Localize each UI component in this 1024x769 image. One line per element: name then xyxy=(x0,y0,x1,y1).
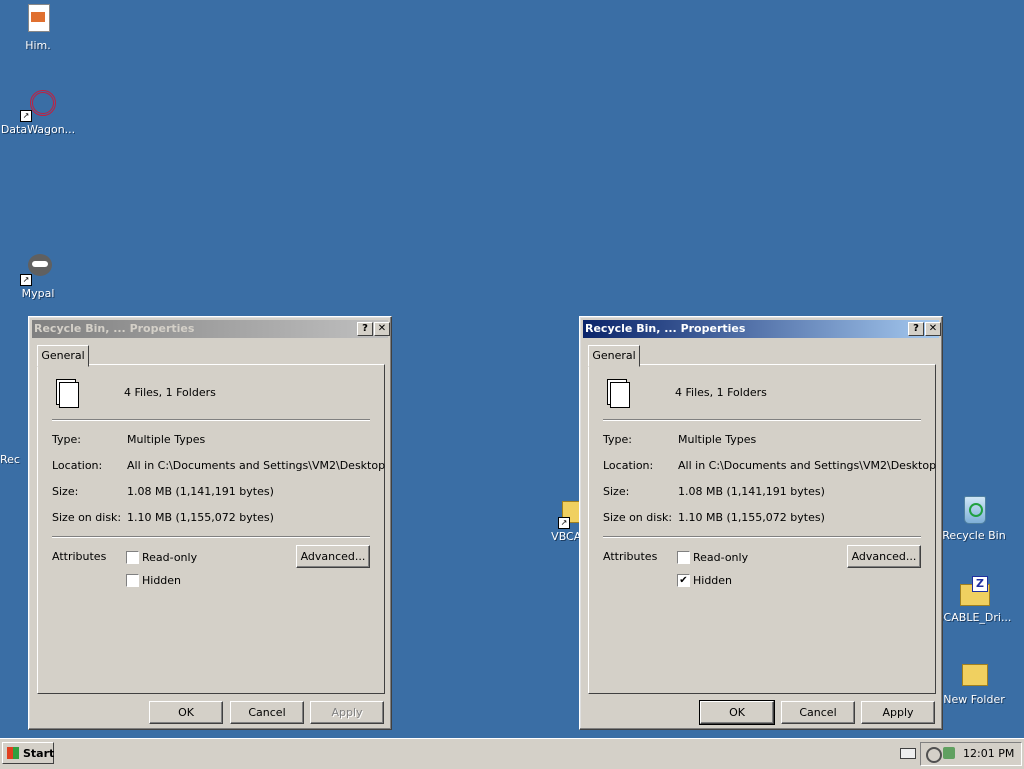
tab-general[interactable]: General xyxy=(588,345,640,367)
summary-text: 4 Files, 1 Folders xyxy=(124,386,216,399)
location-value: All in C:\Documents and Settings\VM2\Des… xyxy=(678,459,937,472)
ok-button[interactable]: OK xyxy=(699,700,775,725)
apply-button[interactable]: Apply xyxy=(310,701,384,724)
recycle-bin-icon xyxy=(0,418,26,450)
help-button[interactable]: ? xyxy=(908,322,924,336)
summary-text: 4 Files, 1 Folders xyxy=(675,386,767,399)
advanced-button[interactable]: Advanced... xyxy=(296,545,370,568)
keyboard-icon[interactable] xyxy=(900,748,916,759)
zip-folder-icon: Z xyxy=(958,576,990,608)
audio-icon[interactable] xyxy=(943,747,955,759)
start-label: Start xyxy=(23,747,55,760)
desktop-icon-mypal[interactable]: ↗ Mypal xyxy=(0,252,78,300)
properties-dialog-inactive: Recycle Bin, ... Properties ? ✕ General … xyxy=(28,316,392,730)
desktop-icon-label: New Folder xyxy=(943,693,1005,706)
clock[interactable]: 12:01 PM xyxy=(963,743,1014,765)
readonly-label[interactable]: Read-only xyxy=(693,551,748,564)
hidden-checkbox[interactable]: ✔ xyxy=(677,574,690,587)
type-label: Type: xyxy=(603,433,632,446)
separator xyxy=(603,419,921,421)
start-button[interactable]: Start xyxy=(2,742,54,764)
document-icon xyxy=(22,4,54,36)
readonly-checkbox[interactable] xyxy=(677,551,690,564)
attributes-label: Attributes xyxy=(52,550,107,563)
help-button[interactable]: ? xyxy=(357,322,373,336)
size-value: 1.08 MB (1,141,191 bytes) xyxy=(678,485,825,498)
desktop-icon-label: 3CABLE_Dri... xyxy=(936,611,1012,624)
disk-label: Size on disk: xyxy=(52,511,122,524)
separator xyxy=(52,536,370,538)
disk-label: Size on disk: xyxy=(603,511,673,524)
size-label: Size: xyxy=(52,485,79,498)
desktop-icon-label: Mypal xyxy=(21,287,55,300)
hidden-label[interactable]: Hidden xyxy=(142,574,181,587)
dialog-title[interactable]: Recycle Bin, ... Properties xyxy=(583,320,939,338)
desktop-icon-label: DataWagon... xyxy=(0,123,76,136)
shortcut-arrow-icon: ↗ xyxy=(20,274,32,286)
type-label: Type: xyxy=(52,433,81,446)
multiple-files-icon xyxy=(607,379,630,408)
cancel-button[interactable]: Cancel xyxy=(781,701,855,724)
tab-general[interactable]: General xyxy=(37,345,89,367)
location-value: All in C:\Documents and Settings\VM2\Des… xyxy=(127,459,386,472)
type-value: Multiple Types xyxy=(127,433,206,446)
close-button[interactable]: ✕ xyxy=(374,322,390,336)
size-label: Size: xyxy=(603,485,630,498)
readonly-label[interactable]: Read-only xyxy=(142,551,197,564)
advanced-button[interactable]: Advanced... xyxy=(847,545,921,568)
hidden-label[interactable]: Hidden xyxy=(693,574,732,587)
desktop-icon-recycle-bin[interactable]: Recycle Bin xyxy=(934,494,1014,542)
ok-button[interactable]: OK xyxy=(149,701,223,724)
type-value: Multiple Types xyxy=(678,433,757,446)
recycle-bin-icon xyxy=(958,494,990,526)
apply-button[interactable]: Apply xyxy=(861,701,935,724)
desktop-icon-him[interactable]: Him. xyxy=(0,4,78,52)
network-icon[interactable] xyxy=(926,747,942,763)
hidden-checkbox[interactable] xyxy=(126,574,139,587)
separator xyxy=(603,536,921,538)
dialog-title[interactable]: Recycle Bin, ... Properties xyxy=(32,320,388,338)
raccoon-icon: ↗ xyxy=(20,252,54,286)
taskbar: Start 12:01 PM xyxy=(0,738,1024,769)
desktop-icon-cable-driver[interactable]: Z 3CABLE_Dri... xyxy=(934,576,1014,624)
folder-icon xyxy=(958,658,990,690)
shortcut-arrow-icon: ↗ xyxy=(20,110,32,122)
multiple-files-icon xyxy=(56,379,79,408)
shortcut-arrow-icon: ↗ xyxy=(558,517,570,529)
properties-dialog-active: Recycle Bin, ... Properties ? ✕ General … xyxy=(579,316,943,730)
general-panel: 4 Files, 1 Folders Type: Multiple Types … xyxy=(588,364,936,694)
separator xyxy=(52,419,370,421)
desktop-icon-new-folder[interactable]: New Folder xyxy=(934,658,1014,706)
location-label: Location: xyxy=(603,459,654,472)
disk-value: 1.10 MB (1,155,072 bytes) xyxy=(127,511,274,524)
size-value: 1.08 MB (1,141,191 bytes) xyxy=(127,485,274,498)
disk-value: 1.10 MB (1,155,072 bytes) xyxy=(678,511,825,524)
desktop-icon-label: Him. xyxy=(25,39,51,52)
fingerprint-icon: ↗ xyxy=(20,88,56,122)
close-button[interactable]: ✕ xyxy=(925,322,941,336)
desktop-icon-datawagon[interactable]: ↗ DataWagon... xyxy=(0,88,78,136)
system-tray: 12:01 PM xyxy=(920,742,1022,766)
windows-logo-icon xyxy=(7,747,19,759)
readonly-checkbox[interactable] xyxy=(126,551,139,564)
general-panel: 4 Files, 1 Folders Type: Multiple Types … xyxy=(37,364,385,694)
location-label: Location: xyxy=(52,459,103,472)
cancel-button[interactable]: Cancel xyxy=(230,701,304,724)
attributes-label: Attributes xyxy=(603,550,658,563)
desktop-icon-label: Recycle Bin xyxy=(942,529,1006,542)
